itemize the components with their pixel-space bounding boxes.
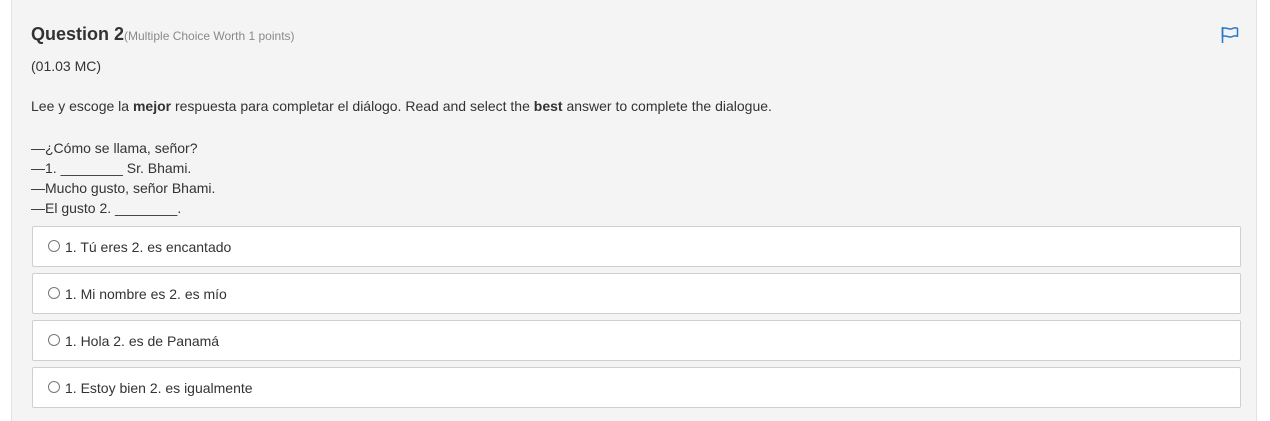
question-header: Question 2(Multiple Choice Worth 1 point… — [31, 24, 295, 45]
answer-option-label: 1. Mi nombre es 2. es mío — [65, 286, 227, 302]
radio-button[interactable] — [48, 287, 60, 299]
dialogue-line: —¿Cómo se llama, señor? — [31, 140, 198, 156]
question-title: Question 2 — [31, 24, 125, 44]
radio-button[interactable] — [48, 240, 60, 252]
radio-button[interactable] — [48, 334, 60, 346]
radio-button[interactable] — [48, 381, 60, 393]
answer-option-label: 1. Tú eres 2. es encantado — [65, 239, 232, 255]
prompt-text: Lee y escoge la — [31, 98, 133, 114]
flag-icon — [1221, 27, 1239, 43]
question-code: (01.03 MC) — [31, 58, 102, 74]
flag-button[interactable] — [1220, 26, 1242, 46]
prompt-text: respuesta para completar el diálogo. Rea… — [171, 98, 534, 114]
answer-options: 1. Tú eres 2. es encantado 1. Mi nombre … — [32, 226, 1241, 414]
answer-option[interactable]: 1. Mi nombre es 2. es mío — [32, 273, 1241, 314]
answer-option[interactable]: 1. Estoy bien 2. es igualmente — [32, 367, 1241, 408]
question-meta: (Multiple Choice Worth 1 points) — [124, 29, 295, 43]
dialogue-line: —Mucho gusto, señor Bhami. — [31, 180, 216, 196]
answer-option[interactable]: 1. Hola 2. es de Panamá — [32, 320, 1241, 361]
prompt-emphasis-mejor: mejor — [132, 98, 172, 114]
dialogue-line: —1. ________ Sr. Bhami. — [31, 160, 192, 176]
prompt-emphasis-best: best — [533, 98, 563, 114]
question-prompt: Lee y escoge la mejor respuesta para com… — [31, 98, 772, 114]
question-panel: Question 2(Multiple Choice Worth 1 point… — [11, 0, 1257, 421]
answer-option[interactable]: 1. Tú eres 2. es encantado — [32, 226, 1241, 267]
dialogue-line: —El gusto 2. ________. — [31, 200, 182, 216]
answer-option-label: 1. Hola 2. es de Panamá — [65, 333, 220, 349]
answer-option-label: 1. Estoy bien 2. es igualmente — [65, 380, 253, 396]
prompt-text: answer to complete the dialogue. — [562, 98, 772, 114]
dialogue: —¿Cómo se llama, señor? —1. ________ Sr.… — [31, 138, 215, 218]
